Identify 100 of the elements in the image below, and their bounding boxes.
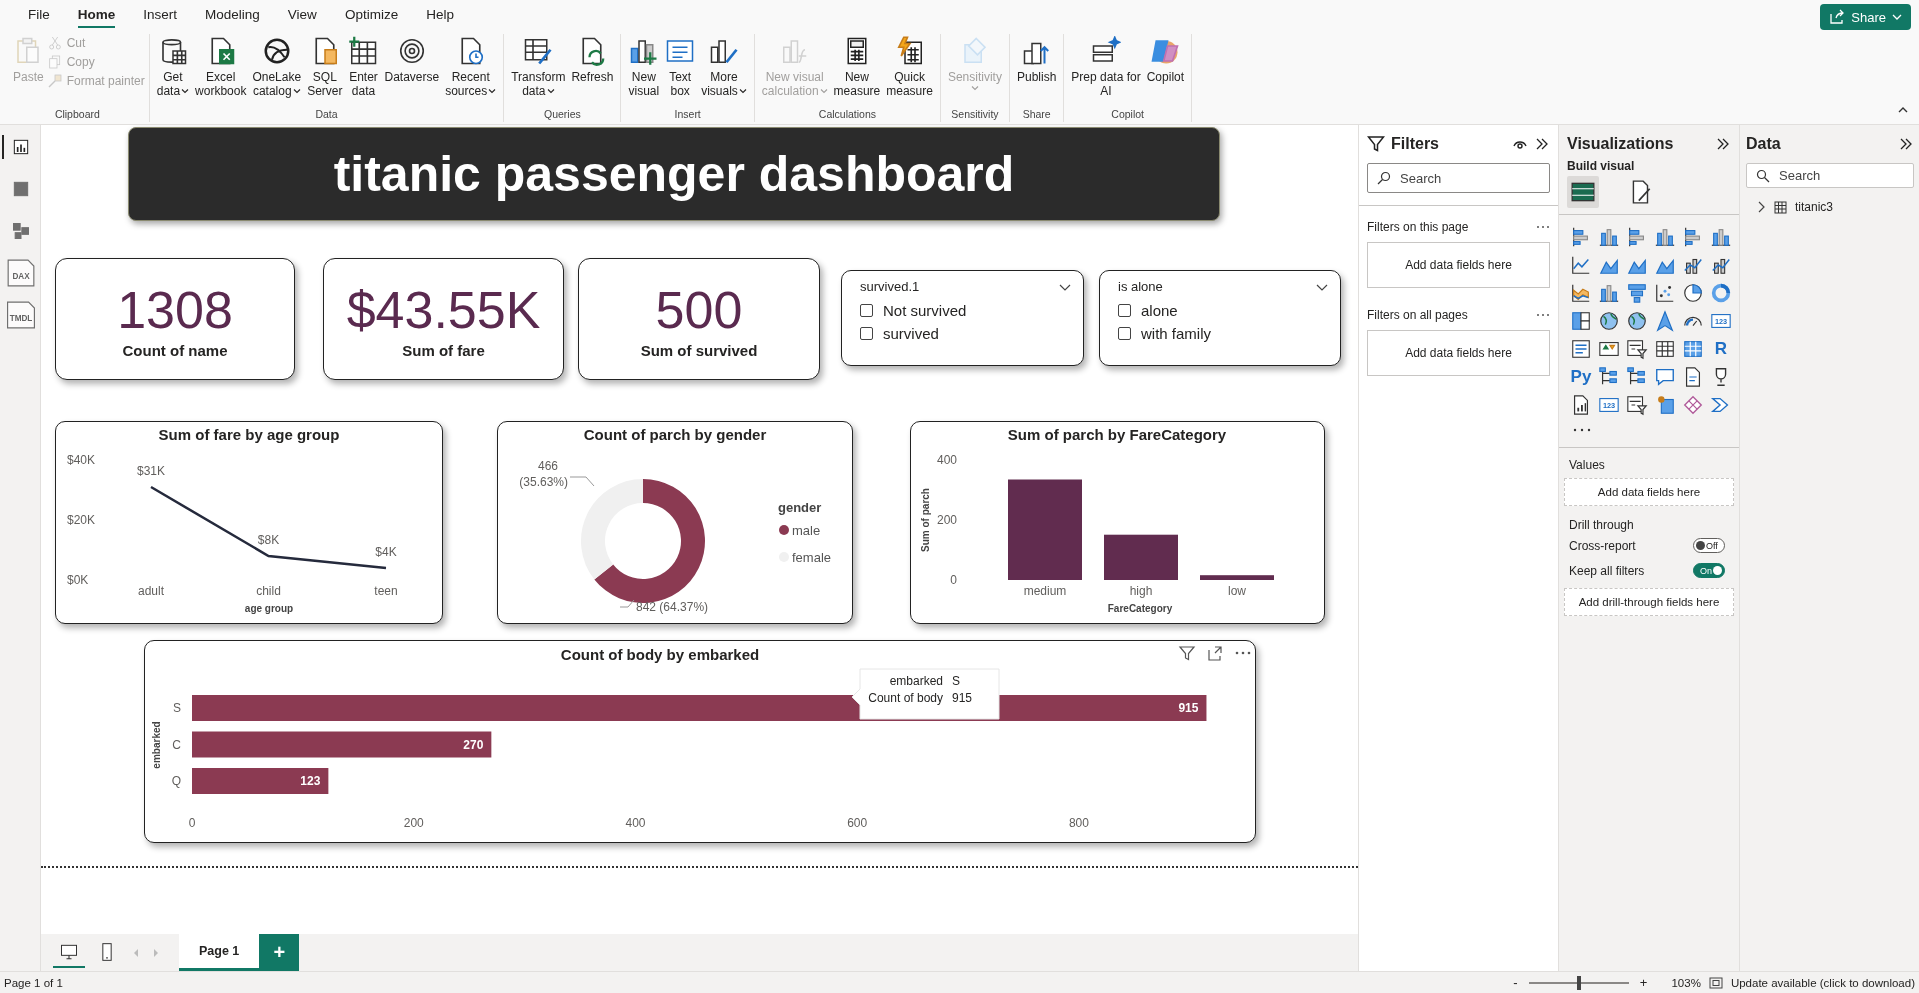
slicer-option[interactable]: Not survived [860,302,1071,319]
drop-zone[interactable]: Add data fields here [1564,478,1734,506]
menu-tab[interactable]: File [28,2,50,28]
menu-tab[interactable]: Help [426,2,454,28]
zoom-in-button[interactable]: + [1637,975,1650,990]
slicer-option[interactable]: with family [1118,325,1328,342]
expand-chevron-icon[interactable] [1756,201,1766,213]
share-button[interactable]: Share [1820,4,1911,30]
checkbox[interactable] [1118,304,1131,317]
filter-icon [1367,135,1385,153]
chart-title: Count of body by embarked [560,646,760,663]
more-visuals-icon[interactable] [1573,427,1591,433]
kpi-value: 1308 [117,279,233,340]
toggle-switch[interactable]: Off [1693,538,1725,553]
section-title: Build visual [1567,159,1636,173]
drop-zone[interactable]: Add data fields here [1367,330,1550,376]
view-button[interactable]: TMDL [2,303,38,327]
collapse-pane-icon[interactable] [1534,136,1550,152]
axis-tick-label: 200 [403,816,424,830]
menu-tab[interactable]: Optimize [344,2,399,28]
ribbon-button[interactable]: Copilot [1143,34,1188,86]
axis-tick-label: Q [171,774,181,788]
build-tab[interactable] [1567,176,1599,208]
scatter-chart-icon [1654,282,1676,304]
more-options-icon[interactable] [1235,651,1251,655]
page-tab[interactable]: Page 1 [179,934,260,971]
search-field[interactable]: Search [1746,163,1914,188]
page-info: Page 1 of 1 [4,976,63,989]
view-button[interactable]: DAX [2,261,38,285]
zoom-out-button[interactable]: - [1509,975,1522,990]
menu-tab[interactable]: Insert [143,2,178,28]
dashboard-title: titanic passenger dashboard [128,127,1220,221]
slicer-option[interactable]: survived [860,325,1071,342]
menu-tab[interactable]: Home [77,2,116,28]
toggle-label: Cross-report [1569,538,1636,553]
kpi-label: Sum of fare [402,341,485,359]
search-field[interactable]: Search [1367,163,1550,193]
menu-tab[interactable]: Modeling [205,2,260,28]
ribbon-chart-icon [1570,282,1592,304]
filter-icon[interactable] [1178,646,1196,661]
drop-zone[interactable]: Add data fields here [1367,242,1550,288]
ribbon-group-label: Sensitivity [951,108,999,122]
ribbon-group-label: Insert [674,108,701,122]
chevron-down-icon [1892,12,1902,22]
ribbon-button[interactable]: Excel workbook [192,34,250,100]
ribbon-button[interactable]: Get data [153,34,193,100]
axis-title: FareCategory [1107,603,1173,614]
axis-tick-label: S [173,701,181,715]
dax-view-icon: DAX [7,259,35,287]
update-link[interactable]: Update available (click to download) [1730,976,1915,989]
table-icon [1654,338,1676,360]
toggle-switch[interactable]: On [1693,563,1725,578]
more-options-icon[interactable] [1536,224,1550,230]
visual-type-button[interactable]: R [1707,335,1735,363]
focus-mode-icon[interactable] [1208,646,1222,661]
visual-type-button[interactable]: Py [1567,363,1595,391]
column-chart-icon [1654,226,1676,248]
ribbon-button[interactable]: SQL Server [304,34,346,100]
checkbox[interactable] [1118,327,1131,340]
collapse-pane-icon[interactable] [1898,136,1914,152]
arrow-icon [1654,310,1676,332]
collapse-pane-icon[interactable] [1715,136,1731,152]
ribbon-button[interactable]: Prep data for AI [1068,34,1144,100]
ribbon-button[interactable]: Transform data [508,34,569,100]
column-chart-icon [1598,282,1620,304]
axis-title: embarked [151,721,162,769]
ribbon-button[interactable]: Recent sources [442,34,500,100]
menu-tab[interactable]: View [287,2,317,28]
ribbon-button[interactable]: More visuals [698,34,750,100]
checkbox[interactable] [860,304,873,317]
data-label: 466 (35.63%) [519,459,568,489]
slicer-option[interactable]: alone [1118,302,1328,319]
diamond-icon [1682,394,1704,416]
search-icon [1756,168,1770,183]
kpi-label: Sum of survived [640,341,758,359]
more-options-icon[interactable] [1536,312,1550,318]
ribbon-button[interactable]: Refresh [568,34,617,86]
ribbon-button[interactable]: Enter data [345,34,382,100]
ribbon-button[interactable]: Dataverse [381,34,443,86]
toggle-label: Keep all filters [1569,563,1645,578]
axis-tick-label: high [1129,584,1153,598]
slider-thumb[interactable] [1577,975,1582,990]
fit-to-page-icon[interactable] [1708,976,1723,989]
column-chart-icon [1710,226,1732,248]
ribbon-button[interactable]: Publish [1013,34,1060,86]
donut-chart-icon [1710,282,1732,304]
data-label: $31K [137,464,165,478]
ribbon-button[interactable]: New visual [625,34,663,100]
data-label: $8K [257,533,280,547]
drop-zone[interactable]: Add drill-through fields here [1564,588,1734,616]
ribbon-button[interactable]: Text box [662,34,699,100]
axis-tick-label: 800 [1068,816,1089,830]
axis-tick-label: child [256,584,281,598]
ribbon-button[interactable]: Quick measure [883,34,936,100]
ribbon-button[interactable]: New measure [830,34,884,100]
table-name[interactable]: titanic3 [1795,200,1834,214]
add-page-button[interactable]: + [259,934,300,971]
ribbon-button[interactable]: OneLake catalog [249,34,305,100]
checkbox[interactable] [860,327,873,340]
axis-tick-label: low [1228,584,1246,598]
